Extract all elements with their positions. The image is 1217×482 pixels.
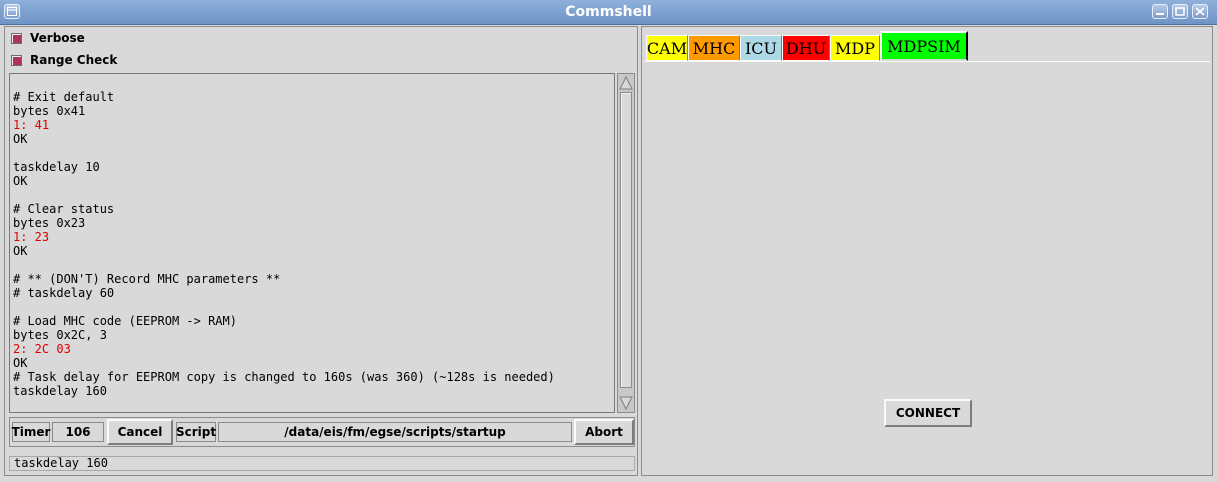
console-line: 1: 23 — [13, 230, 50, 244]
verbose-checkbox-box[interactable] — [11, 32, 22, 44]
right-pane: CAM MHC ICU DHU MDP MDPSIM CONNECT — [641, 26, 1213, 476]
console-line: OK — [13, 356, 28, 370]
tab-mdp[interactable]: MDP — [830, 35, 880, 61]
tab-icu[interactable]: ICU — [740, 35, 782, 61]
tab-mdpsim[interactable]: MDPSIM — [880, 31, 968, 61]
cancel-button[interactable]: Cancel — [107, 419, 173, 445]
close-button[interactable] — [1192, 4, 1208, 19]
verbose-checkbox[interactable]: Verbose — [11, 29, 85, 47]
console-output[interactable]: # Exit default bytes 0x41 1: 41 OK taskdelay… — [9, 73, 615, 413]
console-line: # Load MHC code (EEPROM -> RAM) — [13, 314, 237, 328]
scrollbar-thumb[interactable] — [620, 92, 632, 388]
command-input[interactable]: taskdelay 160 — [9, 456, 635, 471]
minimize-button[interactable] — [1152, 4, 1168, 19]
timer-label: Timer — [12, 422, 50, 442]
minimize-icon — [1156, 13, 1164, 15]
connect-button[interactable]: CONNECT — [884, 399, 972, 427]
console-line: # Clear status — [13, 202, 115, 216]
console-line: bytes 0x23 — [13, 216, 86, 230]
console-line: bytes 0x2C, 3 — [13, 328, 107, 342]
maximize-icon — [1175, 7, 1185, 16]
timer-value: 106 — [52, 422, 104, 442]
scroll-up-arrow-icon[interactable] — [619, 75, 633, 91]
console-line: OK — [13, 174, 28, 188]
console-line: # Exit default — [13, 90, 115, 104]
console-line: taskdelay 10 — [13, 160, 100, 174]
tab-mhc[interactable]: MHC — [688, 35, 740, 61]
console-line: OK — [13, 132, 28, 146]
close-icon — [1195, 7, 1205, 16]
range-check-checkbox[interactable]: Range Check — [11, 51, 117, 69]
console-scrollbar[interactable] — [617, 73, 635, 413]
scroll-down-arrow-icon[interactable] — [619, 395, 633, 411]
range-check-label: Range Check — [30, 53, 118, 67]
verbose-label: Verbose — [30, 31, 85, 45]
script-label: Script — [176, 422, 216, 442]
range-check-checkbox-box[interactable] — [11, 54, 22, 66]
maximize-button[interactable] — [1172, 4, 1188, 19]
console-line: bytes 0x41 — [13, 104, 86, 118]
window-title: Commshell — [565, 4, 652, 20]
console-line: taskdelay 160 — [13, 384, 107, 398]
console-line: 1: 41 — [13, 118, 50, 132]
tab-cam[interactable]: CAM — [646, 35, 688, 61]
left-pane: Verbose Range Check # Exit default bytes … — [4, 26, 638, 476]
tab-dhu[interactable]: DHU — [782, 35, 830, 61]
console-line: 2: 2C 03 — [13, 342, 71, 356]
script-status-bar: Timer 106 Cancel Script /data/eis/fm/egs… — [9, 417, 635, 447]
console-line: # taskdelay 60 — [13, 286, 115, 300]
console-line: # ** (DON'T) Record MHC parameters ** — [13, 272, 281, 286]
console-line: # Task delay for EEPROM copy is changed … — [13, 370, 555, 384]
script-path: /data/eis/fm/egse/scripts/startup — [218, 422, 572, 442]
mdpsim-tab-panel: CONNECT — [644, 61, 1210, 473]
title-bar[interactable]: Commshell — [0, 0, 1217, 25]
console-text: # Exit default bytes 0x41 1: 41 OK taskdelay… — [13, 90, 555, 398]
abort-button[interactable]: Abort — [574, 419, 634, 445]
console-line: OK — [13, 244, 28, 258]
